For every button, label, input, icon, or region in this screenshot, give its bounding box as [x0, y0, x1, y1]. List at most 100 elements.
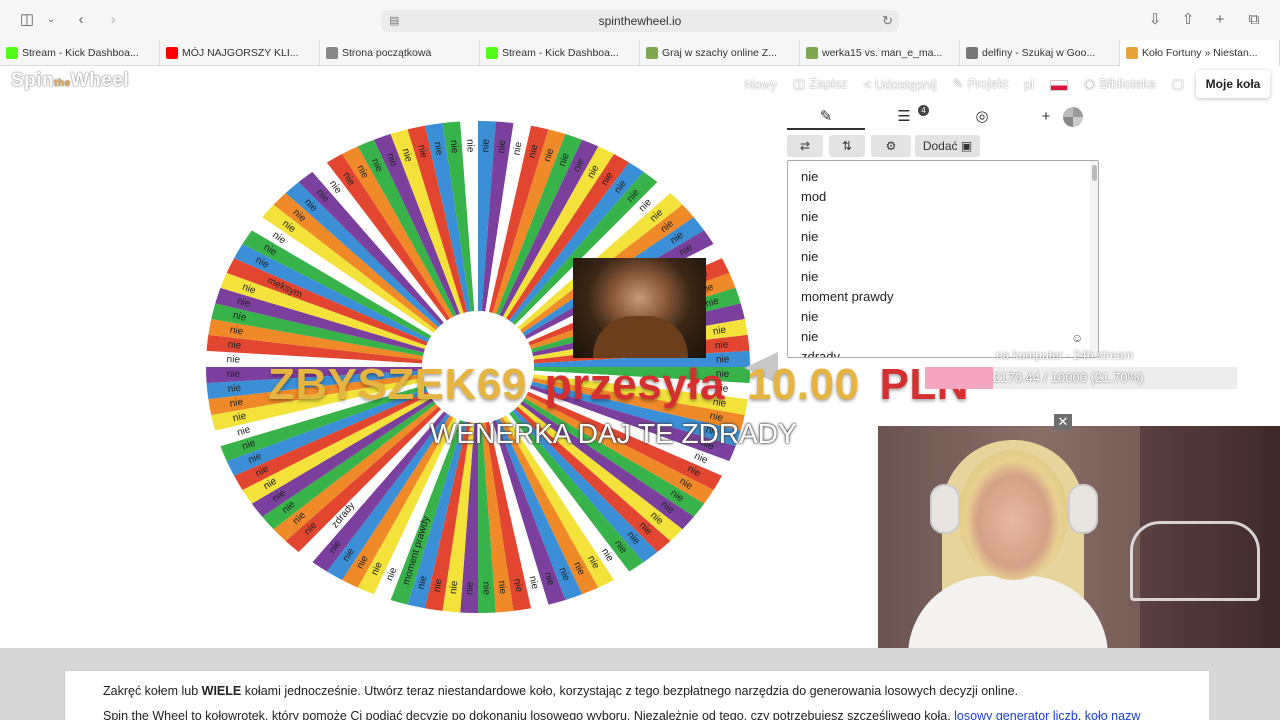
- mini-wheel: [1063, 107, 1083, 127]
- add-image-button[interactable]: Dodać ▣: [915, 135, 980, 157]
- goal-progress-text: 2170.44 / 10000 (21.70%): [993, 370, 1144, 385]
- entry-item[interactable]: nie: [801, 227, 1098, 247]
- share-icon: <: [863, 76, 872, 92]
- browser-tab[interactable]: Strona początkowa: [320, 40, 480, 66]
- reload-icon[interactable]: ↻: [882, 10, 893, 32]
- pencil-icon: ✎: [952, 76, 964, 91]
- my-wheels-button[interactable]: Moje koła: [1196, 70, 1270, 98]
- tab-bar: Stream - Kick Dashboa... MÓJ NAJGORSZY KL…: [0, 40, 1280, 66]
- scrollbar[interactable]: [1090, 161, 1098, 357]
- wheel-slice-label: nie: [464, 139, 475, 153]
- save-icon: ◫: [792, 76, 806, 91]
- scrollbar-thumb[interactable]: [1092, 165, 1097, 181]
- browser-toolbar: ◫ ⌄ ‹ › ▤ spinthewheel.io ↻ ⇩ ⇧ + ⧉: [0, 0, 1280, 40]
- wheel-slice-label: nie: [448, 139, 460, 154]
- nav-language[interactable]: pl: [1024, 77, 1068, 92]
- address-bar[interactable]: ▤ spinthewheel.io ↻: [381, 10, 899, 32]
- chevron-down-icon[interactable]: ⌄: [40, 10, 62, 30]
- browser-tab-label: Stream - Kick Dashboa...: [502, 47, 619, 59]
- pawn-icon: [646, 47, 658, 59]
- clipboard-icon: ☰: [897, 108, 911, 125]
- wheel-slice-label: nie: [511, 578, 524, 593]
- nav-share[interactable]: < Udostępnij: [863, 77, 936, 92]
- entry-item[interactable]: nie: [801, 207, 1098, 227]
- emoji-icon[interactable]: ☺: [1071, 331, 1083, 345]
- wheel-slice-label: nie: [229, 325, 244, 338]
- wheel-slice-label: nie: [432, 578, 445, 593]
- nav-new[interactable]: Nowy: [744, 77, 777, 92]
- editor-tabs: ✎ ☰ ◎ +: [787, 104, 1087, 130]
- wheel-slice-label: nie: [229, 397, 244, 410]
- download-icon[interactable]: ⇩: [1144, 10, 1166, 30]
- browser-tab[interactable]: MÓJ NAJGORSZY KLI...: [160, 40, 320, 66]
- browser-tab-label: Stream - Kick Dashboa...: [22, 47, 139, 59]
- entry-item[interactable]: nie: [801, 307, 1098, 327]
- share-icon[interactable]: ⇧: [1177, 10, 1199, 30]
- browser-tab[interactable]: werka15 vs. man_e_ma...: [800, 40, 960, 66]
- browser-tab[interactable]: delfiny - Szukaj w Goo...: [960, 40, 1120, 66]
- wheel-slice-label: nie: [480, 138, 491, 152]
- goal-progress-fill: [925, 367, 993, 389]
- wheel-slice-label: nie: [714, 339, 729, 351]
- entry-item[interactable]: nie: [801, 247, 1098, 267]
- browser-tab-label: Strona początkowa: [342, 47, 432, 59]
- donation-message: WENERKA DAJ TE ZDRADY: [430, 418, 797, 449]
- wheel-preview-icon[interactable]: [1061, 104, 1085, 130]
- add-wheel-button[interactable]: +: [1035, 104, 1057, 130]
- cam-bed-frame: [1130, 521, 1260, 601]
- poland-flag-icon: [1049, 79, 1068, 91]
- wheel-slice-label: nie: [464, 581, 475, 595]
- entry-item[interactable]: mod: [801, 187, 1098, 207]
- browser-tab-label: MÓJ NAJGORSZY KLI...: [182, 47, 299, 59]
- nav-project[interactable]: ✎ Projekt: [952, 76, 1007, 92]
- shuffle-button[interactable]: ⇄: [787, 135, 823, 157]
- nav-save[interactable]: ◫ Zapisz: [793, 76, 848, 92]
- entry-item[interactable]: nie: [801, 327, 1098, 347]
- name-wheel-link[interactable]: koło nazw: [1085, 709, 1141, 720]
- sort-button[interactable]: ⇅: [829, 135, 865, 157]
- entries-textarea[interactable]: nie mod nie nie nie nie moment prawdy nie nie zdr…: [787, 160, 1099, 358]
- entry-item[interactable]: nie: [801, 267, 1098, 287]
- wheel-icon: [1126, 47, 1138, 59]
- browser-tab-label: delfiny - Szukaj w Goo...: [982, 47, 1096, 59]
- alert-verb: przesyła: [544, 360, 725, 409]
- wheel-slice-label: nie: [496, 139, 508, 154]
- browser-tab[interactable]: Stream - Kick Dashboa...: [480, 40, 640, 66]
- donor-name: ZBYSZEK69: [268, 360, 527, 409]
- headphone-right: [1070, 486, 1096, 532]
- site-logo[interactable]: SpintheWheel: [11, 70, 129, 92]
- forward-icon[interactable]: ›: [102, 10, 124, 30]
- description-line-1: Zakręć kołem lub WIELE kołami jednocześn…: [103, 684, 1019, 698]
- wheel-slice-label: nie: [448, 580, 460, 595]
- tab-overview-icon[interactable]: ⧉: [1243, 10, 1265, 30]
- entries-list: nie mod nie nie nie nie moment prawdy nie nie zdr…: [788, 161, 1098, 357]
- top-nav: Nowy ◫ Zapisz < Udostępnij ✎ Projekt pl ◉ Bi…: [728, 72, 1184, 96]
- nav-library[interactable]: ◉ Biblioteka: [1084, 76, 1156, 92]
- photo-jacket: [593, 316, 688, 358]
- image-icon: ▣: [960, 139, 973, 153]
- new-tab-icon[interactable]: +: [1209, 10, 1231, 30]
- tab-hidden[interactable]: ◎: [943, 104, 1021, 130]
- sidebar-toggle-icon[interactable]: ◫: [16, 10, 38, 30]
- browser-tab-label: Graj w szachy online Z...: [662, 47, 777, 59]
- browser-tab[interactable]: Koło Fortuny » Niestan...: [1120, 40, 1280, 66]
- pencil-icon: ✎: [819, 108, 833, 125]
- settings-button[interactable]: ⚙: [871, 135, 911, 157]
- tab-edit[interactable]: ✎: [787, 104, 865, 130]
- kick-icon: [486, 47, 498, 59]
- webcam-feed: [878, 426, 1280, 652]
- gear-icon: ⚙: [885, 139, 897, 153]
- wheel-slice-label: nie: [227, 339, 242, 351]
- star-icon: [326, 47, 338, 59]
- browser-tab[interactable]: Graj w szachy online Z...: [640, 40, 800, 66]
- description-line-2: Spin the Wheel to kołowrotek, który pomo…: [103, 709, 1209, 720]
- entry-item[interactable]: nie: [801, 167, 1098, 187]
- back-icon[interactable]: ‹: [70, 10, 92, 30]
- pawn-icon: [806, 47, 818, 59]
- close-icon[interactable]: ✕: [1054, 414, 1072, 430]
- random-number-link[interactable]: losowy generator liczb: [954, 709, 1078, 720]
- fullscreen-icon[interactable]: ▢: [1172, 76, 1184, 92]
- entry-item[interactable]: moment prawdy: [801, 287, 1098, 307]
- browser-tab[interactable]: Stream - Kick Dashboa...: [0, 40, 160, 66]
- tab-results[interactable]: ☰: [865, 104, 943, 130]
